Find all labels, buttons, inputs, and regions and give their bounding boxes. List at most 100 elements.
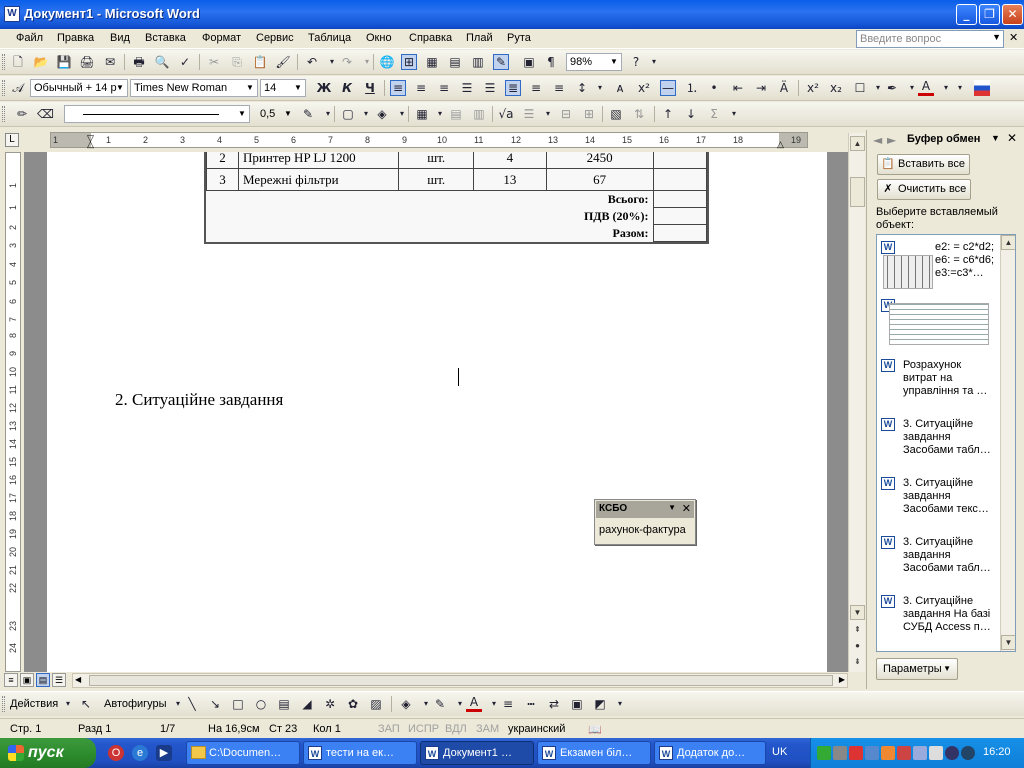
undo-icon[interactable]: ↶ [304, 54, 320, 70]
arrow-icon[interactable]: ↘ [207, 696, 223, 712]
drawing-icon[interactable]: ✎ [493, 54, 509, 70]
next-page-icon[interactable]: ⇟ [850, 655, 865, 670]
cut-icon[interactable]: ✂ [206, 54, 222, 70]
toolbar-grip[interactable] [2, 80, 5, 96]
shading-icon[interactable]: ◈ [374, 106, 390, 122]
style-select[interactable]: Обычный + 14 р ▼ [30, 79, 128, 97]
tray-network-icon[interactable] [865, 746, 879, 760]
insert-excel-icon[interactable]: ▤ [447, 54, 463, 70]
spelling-status-icon[interactable]: 📖 [588, 723, 602, 736]
clipboard-item[interactable]: W 3. Ситуаційне завдання На базі СУБД Ac… [881, 595, 997, 647]
scroll-thumb[interactable] [850, 177, 865, 207]
align-distributed-icon[interactable]: ≡ [551, 80, 567, 96]
columns-icon[interactable]: ▥ [470, 54, 486, 70]
document-page[interactable]: 2 Принтер HP LJ 1200 шт. 4 2450 3 Мережн… [47, 152, 827, 672]
print-layout-view-icon[interactable]: ▤ [36, 673, 50, 687]
tray-app-icon[interactable] [817, 746, 831, 760]
volume-icon[interactable] [929, 746, 943, 760]
horizontal-ruler[interactable]: 1 1 2 3 4 5 6 7 8 9 10 11 12 13 14 15 16… [50, 132, 808, 150]
clipboard-item[interactable]: W 3. Ситуаційне завдання Засобами текс… [881, 477, 997, 529]
forward-icon[interactable]: ► [887, 133, 896, 147]
select-objects-icon[interactable]: ↖ [78, 696, 94, 712]
toolbar-grip[interactable] [2, 106, 5, 122]
justify-icon[interactable]: ☰ [459, 80, 475, 96]
language-indicator[interactable]: UK [772, 746, 787, 758]
tray-app-icon[interactable] [897, 746, 911, 760]
menu-file[interactable]: Файл [16, 32, 43, 44]
chevron-down-icon[interactable]: ▼ [282, 107, 294, 121]
taskbar-button-active[interactable]: W Документ1 … [420, 741, 534, 765]
taskbar-button[interactable]: C:\Documen… [186, 741, 300, 765]
opera-icon[interactable]: O [108, 745, 124, 761]
start-button[interactable]: пуск [0, 738, 96, 768]
paste-all-button[interactable]: 📋 Вставить все [877, 154, 971, 175]
merge-cells-icon[interactable]: ▤ [448, 106, 464, 122]
fill-color-icon[interactable]: ◈ [398, 696, 414, 712]
draw-table-icon[interactable]: ✏ [14, 106, 30, 122]
numbering-icon[interactable]: ⒈ [684, 80, 700, 96]
minimize-button[interactable]: _ [956, 4, 977, 25]
scroll-right-icon[interactable]: ▶ [839, 675, 845, 684]
align-center-icon[interactable]: ≡ [413, 80, 429, 96]
text-direction-table-icon[interactable]: ⇅ [631, 106, 647, 122]
toolbar-options-icon[interactable]: ▾ [646, 54, 662, 70]
chevron-down-icon[interactable]: ▼ [236, 107, 248, 121]
line-color-icon[interactable]: ✎ [432, 696, 448, 712]
zoom-select[interactable]: 98% ▼ [566, 53, 622, 71]
menu-plai[interactable]: Плай [466, 32, 493, 44]
toolbar-options-icon[interactable]: ▾ [952, 80, 968, 96]
tray-app-icon[interactable] [881, 746, 895, 760]
taskbar-button[interactable]: W Додаток до… [654, 741, 766, 765]
insert-table-dropdown-icon[interactable]: ▾ [432, 106, 448, 122]
text-box-icon[interactable]: ▤ [276, 696, 292, 712]
left-indent-marker[interactable]: △ [87, 139, 94, 150]
document-map-icon[interactable]: ▣ [521, 54, 537, 70]
font-color-icon[interactable]: A [918, 80, 934, 96]
superscript-icon[interactable]: x² [805, 80, 821, 96]
table-autoformat-icon[interactable]: ▧ [608, 106, 624, 122]
scroll-down-button[interactable]: ▼ [1001, 635, 1015, 650]
back-icon[interactable]: ◄ [873, 133, 882, 147]
clear-all-button[interactable]: ✗ Очистить все [877, 179, 972, 200]
clip-art-icon[interactable]: ✿ [345, 696, 361, 712]
clip-list-scrollbar[interactable]: ▲ ▼ [1000, 235, 1015, 651]
toolbar-options-icon[interactable]: ▾ [726, 106, 742, 122]
close-icon[interactable]: ✕ [1007, 131, 1017, 145]
distribute-rows-icon[interactable]: ⊟ [558, 106, 574, 122]
line-spacing-icon[interactable]: ↕ [574, 80, 590, 96]
ksbo-header[interactable]: КСБО ▼ ✕ [596, 501, 694, 518]
font-size-select[interactable]: 14 ▼ [260, 79, 306, 97]
permission-icon[interactable]: 🖨 [79, 54, 95, 70]
horizontal-line-icon[interactable]: — [660, 80, 676, 96]
internet-explorer-icon[interactable]: e [132, 745, 148, 761]
tray-app-icon[interactable] [849, 746, 863, 760]
status-overtype[interactable]: ЗАМ [476, 723, 499, 735]
draw-actions-menu[interactable]: Действия [10, 698, 58, 710]
menu-view[interactable]: Вид [110, 32, 130, 44]
toolbar-grip[interactable] [2, 54, 5, 70]
save-icon[interactable]: 💾 [56, 54, 72, 70]
font-color-icon[interactable]: A [466, 696, 482, 712]
autoshapes-menu[interactable]: Автофигуры [104, 698, 167, 710]
chevron-down-icon[interactable]: ▼ [608, 55, 620, 69]
styles-pane-icon[interactable]: 𝒜 [10, 80, 26, 96]
email-icon[interactable]: ✉ [102, 54, 118, 70]
diagram-icon[interactable]: ✲ [322, 696, 338, 712]
arrow-style-icon[interactable]: ⇄ [546, 696, 562, 712]
menu-ruta[interactable]: Рута [507, 32, 531, 44]
bullets-icon[interactable]: • [706, 80, 722, 96]
bold-button[interactable]: Ж [316, 80, 332, 96]
align-right-icon[interactable]: ≡ [436, 80, 452, 96]
insert-table-2-icon[interactable]: ▦ [414, 106, 430, 122]
outside-border-dropdown-icon[interactable]: ▾ [358, 106, 374, 122]
select-browse-object-icon[interactable]: ● [850, 639, 865, 654]
rectangle-icon[interactable]: □ [230, 696, 246, 712]
scroll-up-button[interactable]: ▲ [1001, 235, 1015, 250]
ksbo-item-invoice[interactable]: рахунок-фактура [599, 524, 686, 536]
hyperlink-icon[interactable]: 🌐 [379, 54, 395, 70]
undo-dropdown-icon[interactable]: ▾ [324, 54, 340, 70]
clipboard-item[interactable]: W Розрахунок витрат на управління та … [881, 359, 997, 411]
outside-border-icon[interactable]: ▢ [340, 106, 356, 122]
align-left-icon[interactable]: ≡ [390, 80, 406, 96]
spelling-icon[interactable]: ✓ [177, 54, 193, 70]
